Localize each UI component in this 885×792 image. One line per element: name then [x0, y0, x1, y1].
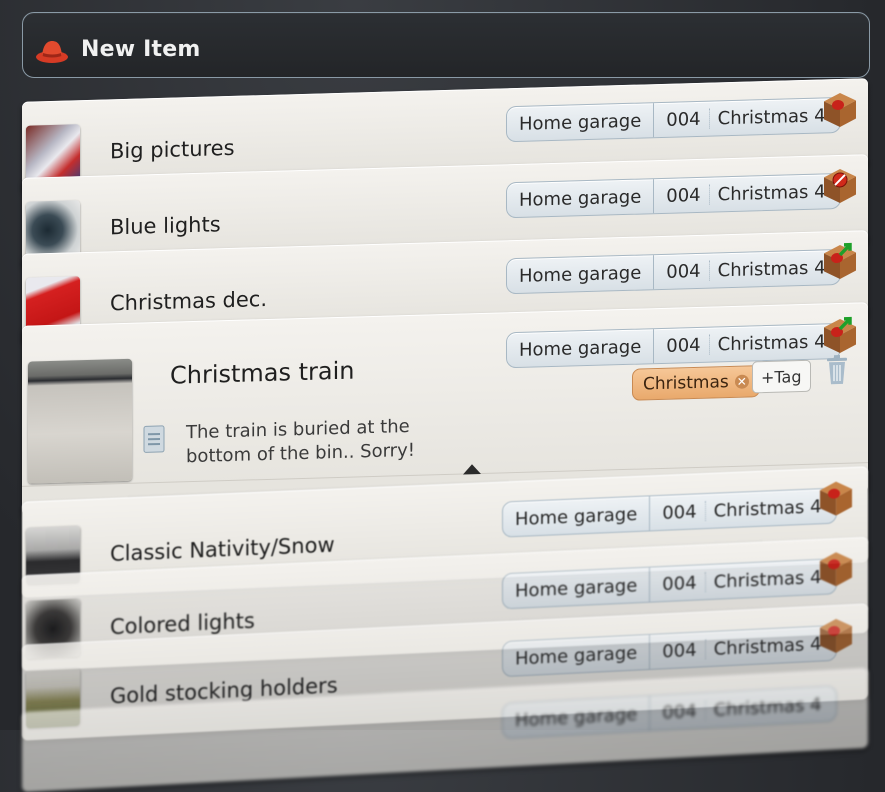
item-list-screen: New Item Big pictures Home garage 004 Ch…	[0, 0, 885, 730]
box-forbidden-icon[interactable]	[820, 164, 860, 205]
add-tag-button[interactable]: +Tag	[752, 360, 811, 394]
location-place: Home garage	[507, 103, 654, 141]
location-pill[interactable]: Home garage 004 Christmas 4	[506, 97, 841, 142]
item-name: Christmas train	[170, 357, 355, 390]
location-bin: 004	[654, 108, 709, 130]
location-bin: 004	[654, 184, 709, 206]
new-item-bar[interactable]: New Item	[22, 12, 870, 78]
box-checkout-icon[interactable]	[820, 314, 860, 355]
box-icon[interactable]	[816, 477, 856, 519]
collapse-arrow-icon[interactable]	[462, 463, 482, 476]
location-place: Home garage	[503, 696, 650, 738]
remove-tag-icon[interactable]: ✕	[735, 375, 749, 389]
location-bin: 004	[654, 260, 709, 282]
item-photo	[28, 359, 132, 484]
item-name: Classic Nativity/Snow	[110, 533, 335, 566]
location-pill[interactable]: Home garage 004 Christmas 4	[502, 488, 837, 538]
location-bin: 004	[654, 334, 709, 356]
box-icon[interactable]	[816, 547, 856, 589]
tag-label: Christmas	[643, 372, 729, 394]
red-hat-icon	[35, 37, 69, 65]
location-place: Home garage	[507, 179, 654, 217]
location-pill[interactable]: Home garage 004 Christmas 4	[506, 173, 841, 218]
location-place: Home garage	[503, 635, 650, 676]
location-bin: 004	[650, 572, 705, 595]
new-item-label: New Item	[81, 37, 200, 62]
tag-chip[interactable]: Christmas ✕	[632, 365, 760, 401]
box-checkout-icon[interactable]	[820, 240, 860, 281]
note-icon	[142, 424, 166, 455]
item-photo	[26, 124, 80, 184]
item-name: Christmas dec.	[110, 287, 267, 315]
location-place: Home garage	[507, 255, 654, 293]
item-name: Big pictures	[110, 136, 235, 163]
item-photo	[26, 200, 80, 260]
location-bin: 004	[650, 700, 705, 723]
location-bin: 004	[650, 639, 705, 662]
box-icon[interactable]	[816, 614, 856, 656]
item-note: The train is buried at the bottom of the…	[186, 415, 426, 470]
location-pill[interactable]: Home garage 004 Christmas 4	[506, 249, 841, 294]
location-bin: 004	[650, 501, 705, 524]
location-pill[interactable]: Home garage 004 Christmas 4	[502, 558, 837, 609]
trash-icon[interactable]	[826, 355, 848, 386]
item-name: Blue lights	[110, 212, 221, 239]
location-pill[interactable]: Home garage 004 Christmas 4	[502, 625, 837, 677]
location-place: Home garage	[503, 496, 650, 536]
location-place: Home garage	[503, 568, 650, 609]
location-pill[interactable]: Home garage 004 Christmas 4	[502, 685, 837, 739]
box-icon[interactable]	[820, 88, 860, 129]
location-container: Christmas 4	[706, 693, 836, 721]
location-place: Home garage	[507, 329, 654, 367]
